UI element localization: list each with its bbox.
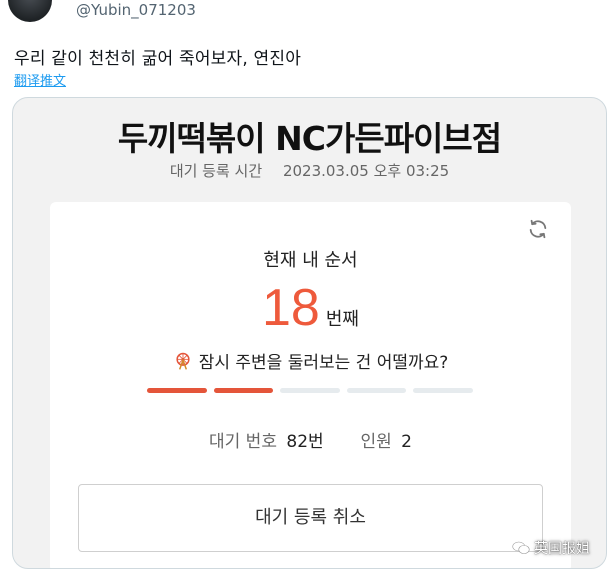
watermark-text: 英国报姐 bbox=[534, 541, 590, 557]
order-number: 18 bbox=[262, 279, 320, 337]
suggestion: 잠시 주변을 둘러보는 건 어떨까요? bbox=[50, 348, 571, 373]
party-label: 인원 bbox=[360, 432, 392, 452]
progress-segment bbox=[413, 388, 473, 393]
watermark: 英国报姐 bbox=[512, 538, 590, 558]
wait-info: 대기 번호 82번 인원 2 bbox=[50, 427, 571, 452]
queue-progress-bar bbox=[147, 388, 473, 394]
registration-time: 2023.03.05 오후 03:25 bbox=[282, 162, 450, 180]
progress-segment bbox=[213, 388, 274, 393]
registration-info: 대기 등록 시간 2023.03.05 오후 03:25 bbox=[13, 160, 606, 181]
tweet-media-image[interactable]: 두끼떡볶이 NC가든파이브점 대기 등록 시간 2023.03.05 오후 03… bbox=[12, 97, 607, 569]
ferris-wheel-icon bbox=[176, 352, 190, 370]
party-value: 2 bbox=[401, 432, 412, 452]
refresh-icon[interactable] bbox=[527, 218, 549, 240]
order-unit: 번째 bbox=[325, 309, 359, 330]
translate-link[interactable]: 翻译推文 bbox=[14, 70, 66, 89]
suggestion-text: 잠시 주변을 둘러보는 건 어떨까요? bbox=[198, 353, 449, 373]
store-title: 두끼떡볶이 NC가든파이브점 bbox=[117, 119, 502, 158]
avatar[interactable] bbox=[8, 0, 52, 22]
order-display: 18 번째 bbox=[50, 278, 571, 338]
wait-number-label: 대기 번호 bbox=[209, 432, 277, 452]
cancel-registration-button[interactable]: 대기 등록 취소 bbox=[78, 484, 543, 552]
wait-number-value: 82번 bbox=[286, 432, 324, 452]
queue-card: 현재 내 순서 18 번째 잠시 주변을 둘러보는 건 어떨까요? 대기 번호 8… bbox=[50, 202, 571, 568]
tweet-text: 우리 같이 천천히 굶어 죽어보자, 연진아 bbox=[14, 49, 302, 69]
progress-segment bbox=[280, 388, 340, 393]
registration-label: 대기 등록 시간 bbox=[169, 162, 263, 180]
current-order-title: 현재 내 순서 bbox=[263, 250, 358, 271]
wechat-icon bbox=[512, 541, 530, 554]
user-handle[interactable]: @Yubin_071203 bbox=[76, 1, 196, 19]
progress-segment bbox=[147, 388, 207, 393]
progress-segment bbox=[346, 388, 407, 393]
